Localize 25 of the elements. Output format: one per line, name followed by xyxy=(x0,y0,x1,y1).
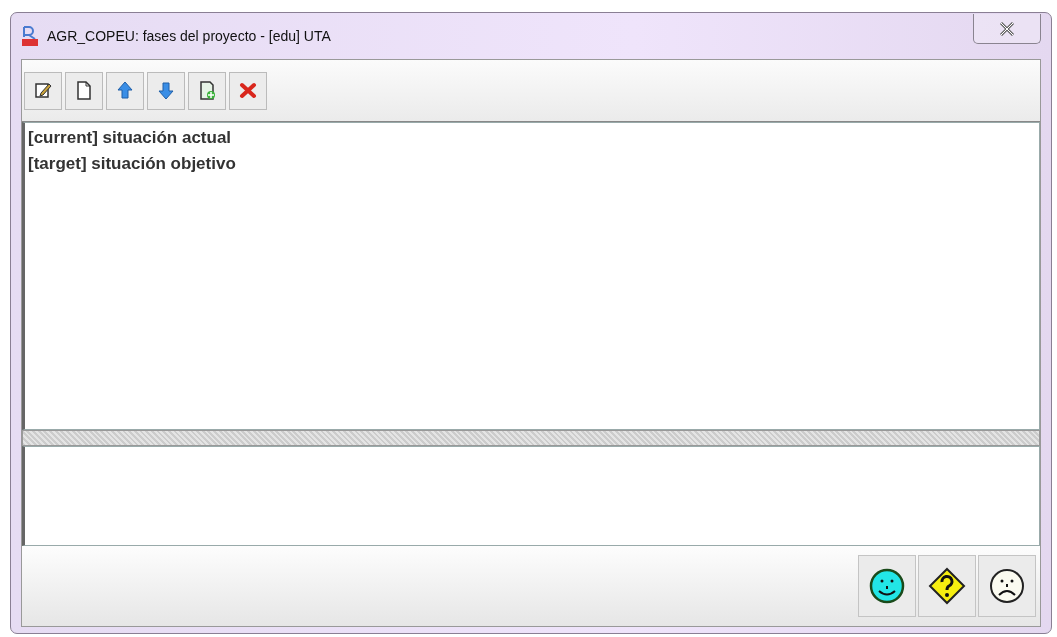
close-button[interactable] xyxy=(973,14,1041,44)
document-icon xyxy=(74,80,94,101)
edit-icon xyxy=(33,80,53,101)
smiley-button[interactable] xyxy=(858,555,916,617)
frown-icon xyxy=(988,567,1026,605)
delete-button[interactable] xyxy=(229,71,267,110)
list-box[interactable]: [current] situación actual [target] situación objetivo xyxy=(22,122,1040,430)
close-icon xyxy=(999,21,1015,36)
app-icon xyxy=(21,25,41,47)
down-arrow-button[interactable] xyxy=(147,71,185,110)
up-arrow-button[interactable] xyxy=(106,71,144,110)
window-title: AGR_COPEU: fases del proyecto - [edu] UTA xyxy=(47,26,331,46)
frown-button[interactable] xyxy=(978,555,1036,617)
document-button[interactable] xyxy=(65,71,103,110)
edit-button[interactable] xyxy=(24,71,62,110)
list-item[interactable]: [current] situación actual xyxy=(28,125,1036,151)
document-add-button[interactable] xyxy=(188,71,226,110)
list-item[interactable]: [target] situación objetivo xyxy=(28,151,1036,177)
help-button[interactable] xyxy=(918,555,976,617)
smiley-icon xyxy=(868,567,906,605)
delete-icon xyxy=(238,80,258,101)
down-arrow-icon xyxy=(156,80,176,101)
up-arrow-icon xyxy=(115,80,135,101)
document-add-icon xyxy=(197,80,217,101)
question-icon xyxy=(928,567,966,605)
